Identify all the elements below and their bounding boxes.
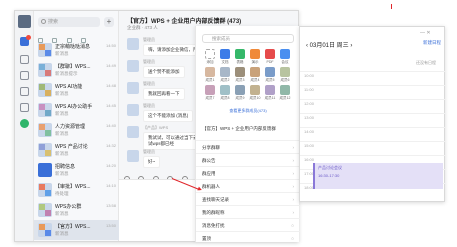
doc-icon	[220, 49, 230, 59]
list-item[interactable]: WPS 产品讨论 新消息 14:32	[34, 140, 119, 160]
sheet-icon	[235, 49, 245, 59]
add-button[interactable]: +	[104, 17, 114, 27]
member-avatar	[205, 67, 215, 77]
calendar-date-label[interactable]: ‹ 03月01日 周三 ›	[306, 40, 352, 49]
nav-rail	[15, 11, 34, 241]
member-avatar	[220, 67, 230, 77]
chat-avatar	[38, 63, 52, 77]
member-avatar	[220, 85, 230, 95]
search-icon	[41, 19, 46, 24]
message-bubble[interactable]: 我就回再看一下	[143, 88, 185, 100]
new-event-link[interactable]: 新建日程	[423, 40, 441, 46]
hour-row: 15:00	[300, 141, 446, 155]
message-avatar	[127, 150, 139, 162]
group-name[interactable]: 【官方】WPS + 企业用户内部反馈群	[202, 126, 294, 132]
next-day-icon[interactable]: ›	[349, 43, 352, 49]
unread-dot	[26, 35, 31, 40]
member-avatar	[250, 85, 260, 95]
message-bubble[interactable]: 这个不能添加 (消息)	[143, 110, 194, 122]
group-info-panel: 搜索成员 添加 文档 表格 演示 PDF 会议 成员1 成员2 成员3 成员4 …	[195, 26, 300, 244]
chat-avatar	[38, 223, 52, 237]
settings-nav-icon[interactable]	[20, 103, 29, 112]
chat-avatar	[38, 83, 52, 97]
list-item[interactable]: 正宗萌哒哒消息 新消息 14:50	[34, 40, 119, 60]
hour-row: 14:00	[300, 127, 446, 141]
panel-row-apps[interactable]: 群应用 ›	[196, 166, 300, 179]
panel-row-search-history[interactable]: 查找聊天记录 ›	[196, 192, 300, 205]
message-bubble[interactable]: 好~	[143, 156, 161, 168]
docs-nav-icon[interactable]	[20, 87, 29, 96]
chat-avatar	[38, 163, 52, 177]
panel-row-bots[interactable]: 群机器人 ›	[196, 179, 300, 192]
pdf-icon	[265, 49, 275, 59]
calendar-window: — ✕ ‹ 03月01日 周三 › 新建日程 还没有日程 10:00 11:00…	[299, 26, 446, 202]
member-avatar	[280, 85, 290, 95]
panel-row-share[interactable]: 分享群聊 ›	[196, 140, 300, 153]
hour-row: 11:00	[300, 85, 446, 99]
chat-avatar	[38, 143, 52, 157]
calendar-event[interactable]: 产品讨论会议 16:30-17:30	[313, 163, 443, 189]
panel-row-nickname[interactable]: 我的群昵称 ›	[196, 205, 300, 218]
add-member-icon	[205, 49, 215, 59]
message-avatar	[127, 126, 139, 138]
member-cell[interactable]: 成员6	[277, 67, 293, 85]
more-members-link[interactable]: 查看更多群成员(473)	[196, 108, 300, 114]
apps-nav-icon[interactable]	[20, 71, 29, 80]
toggle-switch[interactable]: ○	[291, 232, 294, 245]
member-avatar	[250, 67, 260, 77]
list-toolbar	[38, 30, 116, 43]
slides-icon	[250, 49, 260, 59]
member-cell[interactable]: 成员12	[277, 85, 293, 103]
calendar-status: 还没有日程	[416, 60, 436, 65]
member-avatar	[280, 67, 290, 77]
member-avatar	[235, 85, 245, 95]
message-bubble[interactable]: 送个赞不能添加	[143, 66, 185, 78]
list-item[interactable]: 【群聊】WPS... 新消息提示 14:49	[34, 60, 119, 80]
chat-avatar	[38, 203, 52, 217]
message-avatar	[127, 38, 139, 50]
list-item-active[interactable]: 【官方】WPS... 新消息 13:50	[34, 220, 119, 240]
chat-title: 【官方】WPS + 企业用户内部反馈群 (473)	[127, 19, 242, 25]
annotation-tick	[391, 4, 392, 9]
member-avatar	[265, 67, 275, 77]
member-avatar	[265, 85, 275, 95]
chat-avatar	[38, 43, 52, 57]
hour-row: 13:00	[300, 113, 446, 127]
list-item[interactable]: 人力资源管理 新消息 14:40	[34, 120, 119, 140]
search-input[interactable]: 搜索	[38, 17, 100, 27]
hour-row: 10:00	[300, 71, 446, 85]
list-item[interactable]: WPS AI办公助手 新消息 14:45	[34, 100, 119, 120]
list-item[interactable]: WPS办公群 新消息 13:58	[34, 200, 119, 220]
meeting-icon	[280, 49, 290, 59]
message-avatar	[127, 82, 139, 94]
chat-avatar	[38, 103, 52, 117]
list-item[interactable]: WPS AI功能 新消息 14:48	[34, 80, 119, 100]
contacts-nav-icon[interactable]	[20, 55, 29, 64]
member-search-input[interactable]: 搜索成员	[202, 34, 294, 43]
chat-avatar	[38, 123, 52, 137]
chat-list: 搜索 + 正宗萌哒哒消息 新消息 14:50 【群聊】WPS... 新消息提示 …	[34, 11, 119, 241]
member-cell[interactable]: 会议	[277, 49, 293, 67]
hour-row: 12:00	[300, 99, 446, 113]
member-avatar	[205, 85, 215, 95]
member-avatar	[235, 67, 245, 77]
list-item[interactable]: 【审批】WPS... 待处理 14:10	[34, 180, 119, 200]
message-avatar	[127, 60, 139, 72]
chat-avatar	[38, 183, 52, 197]
panel-row-pin[interactable]: 置顶 ○	[196, 231, 300, 244]
user-avatar[interactable]	[18, 15, 31, 28]
message-avatar	[127, 104, 139, 116]
status-icon[interactable]	[20, 119, 29, 128]
window-controls[interactable]: — ✕	[420, 30, 431, 36]
member-cell[interactable]: 演示	[247, 49, 263, 67]
panel-row-notice[interactable]: 群公告 ›	[196, 153, 300, 166]
chat-subtitle: 企业群 · 473 人	[127, 25, 158, 30]
panel-row-mute[interactable]: 消息免打扰 ○	[196, 218, 300, 231]
list-item[interactable]: 招聘信息 新消息 14:20	[34, 160, 119, 180]
